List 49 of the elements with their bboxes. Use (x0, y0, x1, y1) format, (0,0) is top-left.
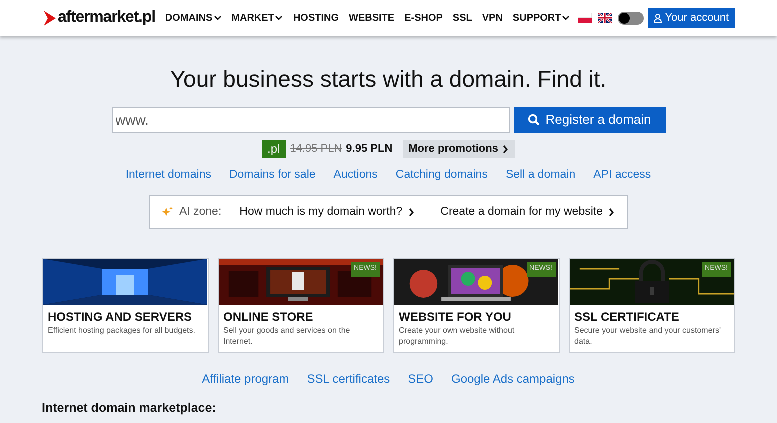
flag-icon[interactable] (598, 13, 612, 23)
chevron-icon (608, 208, 615, 217)
ai-zone-link[interactable]: How much is my domain worth? (240, 204, 415, 221)
logo-icon[interactable] (44, 10, 56, 26)
user-icon (654, 14, 662, 22)
domain-link[interactable]: Domains for sale (229, 167, 316, 184)
nav-link[interactable]: SUPPORT (512, 10, 570, 26)
nav-link[interactable]: DOMAINS (165, 10, 222, 26)
footer-link[interactable]: SSL certificates (307, 370, 390, 388)
domain-link[interactable]: Internet domains (126, 167, 212, 184)
card-description: Sell your goods and services on the Internet. (222, 325, 352, 348)
nav-link[interactable]: MARKET (232, 10, 284, 26)
old-price: 14.95 PLN (290, 142, 342, 157)
chevron-icon (502, 144, 510, 154)
nav-link[interactable]: SSL (452, 10, 472, 26)
register-domain-button[interactable]: Register a domain (514, 107, 666, 133)
service-card[interactable]: HOSTING AND SERVERS Efficient hosting packages for all budgets. (42, 258, 208, 354)
domain-link[interactable]: Sell a domain (506, 167, 576, 184)
hero-heading: Your business starts with a domain. Find it. (169, 65, 608, 94)
card-title: HOSTING AND SERVERS (47, 309, 194, 326)
nav-link[interactable]: E-SHOP (404, 10, 443, 26)
account-button[interactable]: Your account (648, 8, 735, 28)
domain-link[interactable]: API access (594, 167, 652, 184)
card-title: WEBSITE FOR YOU (398, 309, 512, 326)
card-description: Efficient hosting packages for all budgets. (47, 325, 196, 336)
domain-search-field[interactable]: www. (112, 107, 510, 133)
section-heading: Internet domain marketplace: (42, 400, 218, 418)
card-description: Create your own website without programming. (398, 325, 516, 348)
new-price: 9.95 PLN (346, 142, 393, 157)
card-title: ONLINE STORE (222, 309, 314, 326)
chevron-icon (408, 208, 415, 217)
ai-zone-label: AI zone: (179, 204, 222, 220)
nav-link[interactable]: VPN (482, 10, 503, 26)
card-description: Secure your website and your customers' data. (574, 325, 722, 348)
footer-link[interactable]: SEO (408, 370, 434, 388)
card-title: SSL CERTIFICATE (574, 309, 680, 326)
footer-link[interactable]: Google Ads campaigns (452, 370, 575, 388)
footer-link[interactable]: Affiliate program (202, 370, 290, 388)
domain-link[interactable]: Auctions (334, 167, 378, 184)
domain-link[interactable]: Catching domains (396, 167, 488, 184)
nav-link[interactable]: WEBSITE (349, 10, 395, 26)
search-icon (528, 114, 540, 126)
ai-zone-link[interactable]: Create a domain for my website (440, 204, 615, 221)
theme-toggle[interactable] (618, 12, 644, 24)
more-promotions-button[interactable]: More promotions (402, 140, 516, 158)
sparkle-icon (162, 206, 174, 219)
tld-badge: .pl (262, 140, 286, 158)
nav-link[interactable]: HOSTING (293, 10, 339, 26)
logo[interactable]: aftermarket.pl (58, 6, 156, 30)
